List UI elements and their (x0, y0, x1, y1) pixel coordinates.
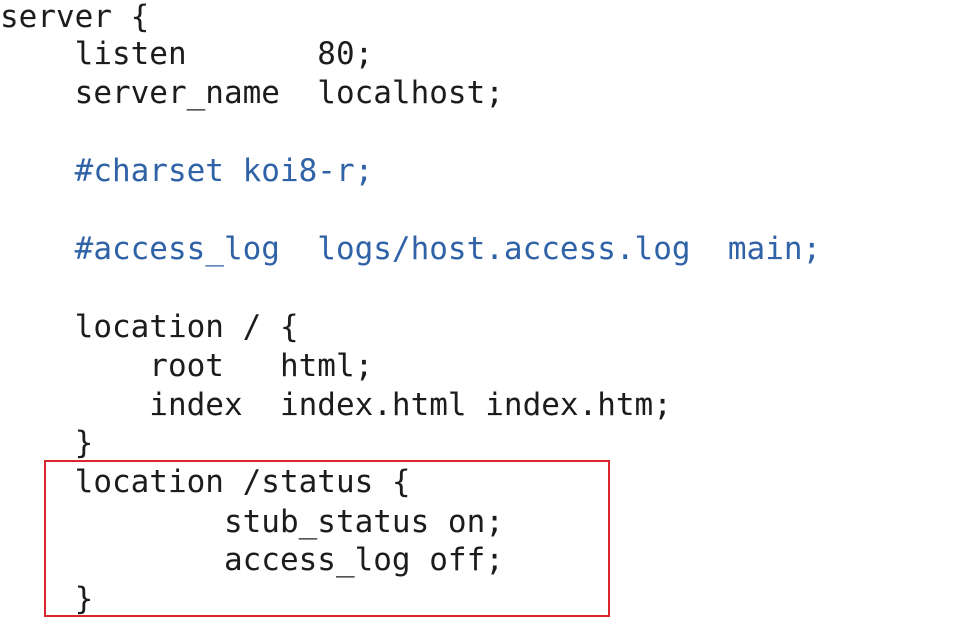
code-line-listen: listen 80; (0, 36, 374, 72)
code-line-location-root-open: location / { (0, 309, 299, 345)
code-line-root: root html; (0, 348, 374, 384)
code-line-charset-comment: #charset koi8-r; (0, 153, 374, 189)
code-line-server-open: server { (0, 0, 150, 35)
code-line-server-name: server_name localhost; (0, 75, 504, 111)
status-block-highlight (44, 460, 610, 617)
code-line-index: index index.html index.htm; (0, 387, 672, 423)
code-line-access-log-comment: #access_log logs/host.access.log main; (0, 231, 822, 267)
code-line-location-root-close: } (0, 425, 94, 461)
